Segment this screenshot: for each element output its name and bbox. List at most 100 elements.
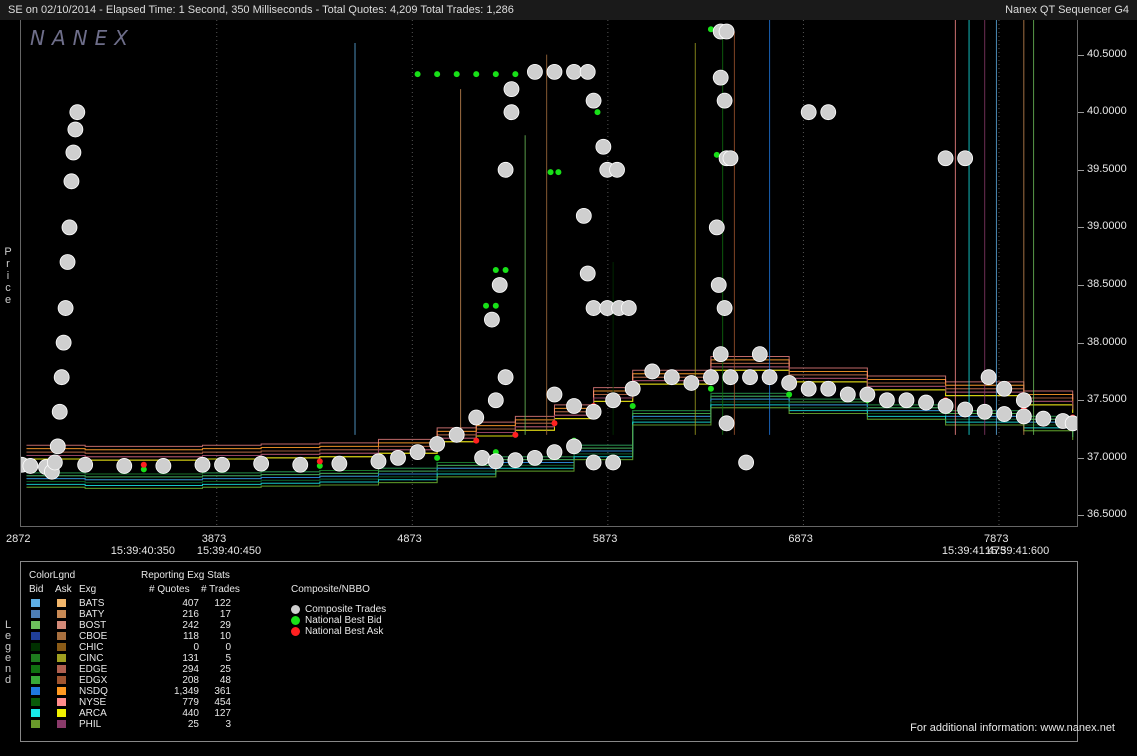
- composite-trade-point: [409, 444, 426, 461]
- composite-trade-point: [69, 104, 86, 121]
- ask-swatch: [57, 665, 66, 673]
- x-axis: 2872 3873 4873 5873 6873 7873 15:39:40:350 15:3…: [0, 527, 1137, 561]
- composite-trade-point: [957, 401, 974, 418]
- composite-legend-label: National Best Ask: [305, 626, 384, 637]
- ask-swatch: [57, 676, 66, 684]
- x-time-label: 15:39:41:600: [985, 545, 1050, 557]
- y-tick-mark: [1078, 112, 1084, 114]
- exchange-row: NYSE 779 454: [21, 697, 261, 708]
- composite-trade-point: [937, 150, 954, 167]
- exchange-ask-trace: [26, 366, 1074, 458]
- composite-trade-point: [61, 219, 78, 236]
- trade-count: 454: [214, 697, 231, 708]
- exchange-row: CHIC 0 0: [21, 642, 261, 653]
- composite-trade-point: [624, 380, 641, 397]
- ask-column-header: Ask: [55, 584, 72, 595]
- best-bid-point: [453, 71, 460, 78]
- trade-count: 17: [219, 609, 231, 620]
- exchange-ask-trace: [26, 366, 1074, 458]
- composite-trade-point: [487, 453, 504, 470]
- composite-trade-point: [937, 398, 954, 414]
- composite-trade-point: [800, 380, 817, 397]
- y-axis-label-char: e: [4, 294, 12, 306]
- x-tick-label: 2872: [6, 533, 31, 545]
- colorlegend-title: ColorLgnd: [29, 570, 76, 581]
- legend-dot-icon: [291, 605, 300, 614]
- legend-side-label: Legend: [3, 620, 13, 686]
- composite-trade-point: [585, 454, 602, 471]
- composite-trade-point: [716, 300, 733, 316]
- y-tick-label: 39.5000: [1087, 162, 1127, 175]
- composite-trade-point: [585, 403, 602, 420]
- ask-swatch: [57, 709, 66, 717]
- exchange-bid-trace: [26, 392, 1074, 475]
- composite-trade-point: [53, 369, 70, 386]
- exchange-bid-trace: [26, 395, 1074, 478]
- composite-trade-point: [898, 392, 915, 409]
- exchange-row: EDGE 294 25: [21, 664, 261, 675]
- composite-trade-point: [194, 456, 211, 473]
- composite-trade-point: [722, 150, 739, 167]
- x-time-label: 15:39:40:450: [196, 545, 262, 557]
- y-tick-mark: [1078, 227, 1084, 229]
- ask-swatch: [57, 720, 66, 728]
- y-tick-label: 37.0000: [1087, 450, 1127, 463]
- exchange-name: BATS: [79, 598, 105, 609]
- composite-trade-point: [292, 456, 309, 473]
- bid-swatch: [31, 720, 40, 728]
- composite-trade-point: [527, 449, 543, 466]
- x-tick-label: 6873: [788, 533, 813, 545]
- composite-trade-point: [1064, 415, 1077, 432]
- composite-trade-point: [718, 415, 735, 432]
- trade-count: 127: [214, 708, 231, 719]
- bid-swatch: [31, 621, 40, 629]
- composite-trade-point: [46, 454, 63, 471]
- composite-trade-point: [487, 392, 504, 409]
- bid-swatch: [31, 676, 40, 684]
- composite-trade-point: [879, 392, 895, 409]
- best-bid-point: [707, 385, 714, 392]
- best-bid-point: [434, 454, 441, 461]
- composite-trade-point: [781, 375, 798, 391]
- bid-swatch: [31, 599, 40, 607]
- exchange-name: NYSE: [79, 697, 107, 708]
- composite-trade-point: [742, 369, 758, 386]
- bid-swatch: [31, 709, 40, 717]
- exchange-row: CINC 131 5: [21, 653, 261, 664]
- x-time-label: 15:39:40:350: [110, 545, 176, 557]
- composite-trade-point: [51, 403, 68, 420]
- composite-trade-point: [67, 121, 84, 138]
- composite-trade-point: [996, 380, 1013, 397]
- exg-column-header: Exg: [79, 584, 97, 595]
- composite-trade-point: [820, 380, 837, 397]
- composite-trade-point: [918, 394, 934, 411]
- trade-count: 5: [225, 653, 231, 664]
- composite-trade-point: [703, 369, 719, 386]
- quote-count: 407: [182, 598, 199, 609]
- price-chart[interactable]: [20, 20, 1078, 527]
- y-tick-label: 36.5000: [1087, 508, 1127, 521]
- quote-count: 294: [182, 664, 199, 675]
- composite-trade-point: [566, 63, 582, 80]
- composite-trade-point: [57, 300, 74, 316]
- exchange-ask-trace: [26, 362, 1074, 454]
- quote-count: 118: [183, 631, 199, 642]
- composite-trade-point: [503, 104, 520, 121]
- y-axis-label: Price: [3, 246, 13, 306]
- y-tick-mark: [1078, 515, 1084, 517]
- best-bid-point: [629, 403, 636, 410]
- composite-trade-point: [527, 63, 543, 80]
- nanex-logo: NANEX: [30, 26, 135, 50]
- best-ask-point: [551, 420, 558, 427]
- trade-count: 29: [219, 620, 231, 631]
- composite-trade-point: [839, 386, 856, 403]
- bid-swatch: [31, 698, 40, 706]
- composite-trade-point: [1015, 392, 1032, 409]
- quote-count: 440: [182, 708, 199, 719]
- y-tick-label: 40.0000: [1087, 105, 1127, 118]
- quote-count: 779: [182, 697, 199, 708]
- y-tick-mark: [1078, 54, 1084, 56]
- composite-trade-point: [605, 454, 622, 471]
- trade-count: 10: [219, 631, 231, 642]
- best-bid-point: [786, 391, 793, 398]
